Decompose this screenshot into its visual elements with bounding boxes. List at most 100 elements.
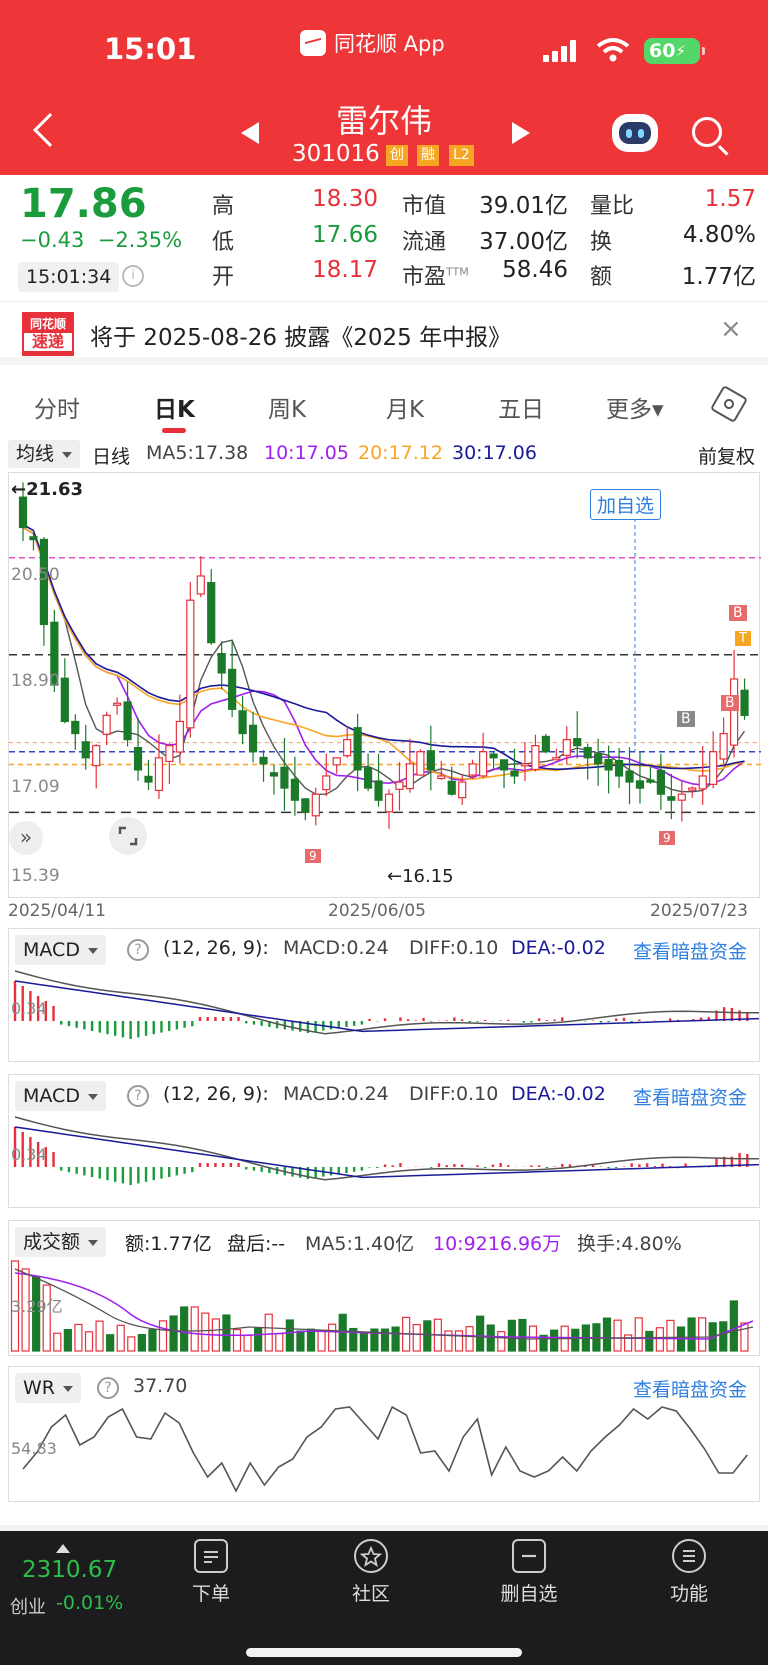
indicator-selector[interactable]: 均线 xyxy=(8,440,81,468)
volume-bar xyxy=(740,1322,749,1352)
ma5-line xyxy=(22,526,746,795)
ma20-line xyxy=(22,526,745,780)
volume-bar xyxy=(729,1300,738,1352)
candle-body xyxy=(531,745,540,771)
volume-bar xyxy=(254,1327,263,1352)
tab-five-day[interactable]: 五日 xyxy=(498,390,544,424)
home-indicator xyxy=(246,1648,522,1657)
chart-settings-icon[interactable] xyxy=(709,384,749,424)
stock-code: 301016 xyxy=(292,141,380,167)
volume-bar xyxy=(264,1313,273,1352)
candle-body xyxy=(29,536,38,541)
date-end: 2025/07/23 xyxy=(650,901,748,921)
candle-body xyxy=(123,701,132,741)
tab-weekly-k[interactable]: 周K xyxy=(268,390,306,424)
candle-body xyxy=(583,746,592,759)
volume-bar xyxy=(306,1328,316,1352)
notice-banner[interactable]: 同花顺 速递 将于 2025-08-26 披露《2025 年中报》 × xyxy=(0,301,768,365)
order-button[interactable]: 下单 xyxy=(166,1539,256,1606)
functions-icon xyxy=(672,1539,706,1573)
community-button[interactable]: 社区 xyxy=(326,1539,416,1606)
close-icon[interactable]: × xyxy=(720,314,742,344)
dea-line xyxy=(14,980,760,1033)
volume-bar xyxy=(698,1317,707,1352)
info-icon[interactable]: i xyxy=(122,265,144,287)
marker-t: T xyxy=(735,631,751,646)
candle-body xyxy=(133,746,143,771)
robot-assistant-icon[interactable] xyxy=(612,114,658,152)
candle-body xyxy=(740,689,749,716)
volume-bar xyxy=(497,1331,506,1352)
tag-l2: L2 xyxy=(449,145,474,166)
pe-ttm-sup: TTM xyxy=(446,265,469,279)
wr-svg xyxy=(22,1405,748,1493)
expand-left-icon[interactable]: » xyxy=(9,821,43,855)
candle-body xyxy=(238,710,247,735)
active-tab-indicator xyxy=(162,428,186,433)
ma10-value: 10:17.05 xyxy=(264,442,349,464)
ma10-line xyxy=(22,526,745,786)
candle-body xyxy=(71,720,80,735)
tab-monthly-k[interactable]: 月K xyxy=(386,390,424,424)
macd-panel-2[interactable]: MACD ? (12, 26, 9): MACD:0.24 DIFF:0.10 … xyxy=(8,1074,760,1208)
index-value[interactable]: 2310.67 xyxy=(22,1557,117,1583)
candle-body xyxy=(269,772,279,777)
search-icon[interactable] xyxy=(692,117,722,147)
macd-panel-1[interactable]: MACD ? (12, 26, 9): MACD:0.24 DIFF:0.10 … xyxy=(8,928,760,1062)
candle-body xyxy=(614,759,624,777)
open-value: 18.17 xyxy=(312,257,378,283)
candle-body xyxy=(499,759,509,771)
volume-bar xyxy=(158,1320,168,1352)
remove-watchlist-button[interactable]: 删自选 xyxy=(484,1539,574,1606)
candle-body xyxy=(698,775,707,790)
volume-bar xyxy=(84,1331,94,1352)
volume-bar xyxy=(423,1320,432,1352)
price-axis-1890: 18.90 xyxy=(11,671,60,691)
fullscreen-icon[interactable] xyxy=(109,817,147,855)
candle-body xyxy=(144,775,153,783)
turnover-label: 换 xyxy=(590,230,613,255)
volume-bar xyxy=(655,1327,664,1352)
add-watchlist-button[interactable]: 加自选 xyxy=(590,489,662,520)
tab-intraday[interactable]: 分时 xyxy=(34,390,80,424)
wr-panel[interactable]: WR ? 37.70 查看暗盘资金 54.83 xyxy=(8,1366,760,1502)
dea-line xyxy=(14,1126,760,1179)
order-icon xyxy=(194,1539,228,1573)
date-mid: 2025/06/05 xyxy=(328,901,426,921)
quote-time: 15:01:34 xyxy=(18,262,120,292)
macd2-axis: 0.34 xyxy=(11,1145,47,1164)
tab-more[interactable]: 更多▾ xyxy=(606,390,664,424)
functions-button[interactable]: 功能 xyxy=(644,1539,734,1606)
marker-b-red-top: B xyxy=(729,605,747,621)
candle-body xyxy=(248,724,258,753)
volume-bar xyxy=(296,1330,305,1352)
tab-daily-k[interactable]: 日K xyxy=(154,390,195,424)
next-stock-icon[interactable] xyxy=(512,122,530,144)
candle-body xyxy=(677,793,686,801)
marker-9-a: 9 xyxy=(305,849,321,863)
functions-label: 功能 xyxy=(669,1583,708,1605)
candle-body xyxy=(207,582,216,644)
candle-body xyxy=(719,732,728,760)
kline-chart[interactable]: ←21.63 20.50 18.90 17.09 15.39 ←16.15 加自… xyxy=(8,472,761,898)
candle-body xyxy=(92,745,101,767)
notice-text: 将于 2025-08-26 披露《2025 年中报》 xyxy=(90,325,512,351)
candle-body xyxy=(437,775,446,780)
amount-label: 额 xyxy=(590,265,613,290)
candle-body xyxy=(165,745,174,763)
volume-bar xyxy=(666,1319,675,1352)
volume-bar xyxy=(328,1323,337,1352)
adjust-selector[interactable]: 前复权 xyxy=(698,442,755,469)
price-change: −0.43 −2.35% xyxy=(20,228,182,252)
volume-bar xyxy=(687,1317,696,1352)
turnover-panel[interactable]: 成交额 额:1.77亿 盘后:-- MA5:1.40亿 10:9216.96万 … xyxy=(8,1220,760,1356)
candle-body xyxy=(489,753,498,759)
notice-logo-bottom: 速递 xyxy=(24,333,72,351)
volume-bar xyxy=(201,1312,210,1352)
pe-label: 市盈TTM xyxy=(402,259,469,291)
volume-bar xyxy=(571,1328,580,1352)
volume-bar xyxy=(518,1318,527,1352)
wr-line xyxy=(22,1405,748,1493)
candle-body xyxy=(154,757,164,792)
candle-body xyxy=(573,738,582,747)
